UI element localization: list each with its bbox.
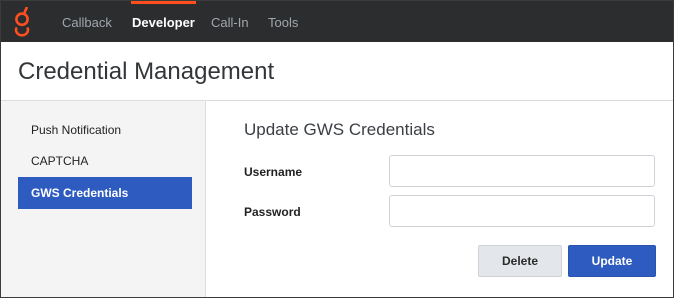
- nav-tab-callback[interactable]: Callback: [62, 1, 112, 42]
- section-title: Update GWS Credentials: [244, 120, 435, 139]
- genesys-logo-icon[interactable]: [12, 7, 32, 37]
- password-label: Password: [244, 205, 301, 219]
- username-input[interactable]: [389, 155, 655, 187]
- delete-button[interactable]: Delete: [478, 245, 562, 277]
- sidebar-item-push-notification[interactable]: Push Notification: [18, 114, 192, 146]
- username-label: Username: [244, 165, 303, 179]
- app-window: Callback Developer Call-In Tools Credent…: [0, 0, 674, 298]
- password-input[interactable]: [389, 195, 655, 227]
- top-navigation-bar: Callback Developer Call-In Tools: [1, 1, 673, 42]
- sidebar-item-captcha[interactable]: CAPTCHA: [18, 145, 192, 177]
- sidebar-item-gws-credentials[interactable]: GWS Credentials: [18, 177, 192, 209]
- page-title: Credential Management: [18, 58, 275, 85]
- page-header: Credential Management: [1, 42, 673, 101]
- nav-tab-developer[interactable]: Developer: [131, 1, 196, 42]
- nav-tab-call-in[interactable]: Call-In: [211, 1, 249, 42]
- update-button[interactable]: Update: [568, 245, 656, 277]
- main-content: Update GWS Credentials Username Password…: [206, 101, 673, 297]
- sidebar: Push Notification CAPTCHA GWS Credential…: [1, 101, 206, 297]
- nav-tab-tools[interactable]: Tools: [268, 1, 298, 42]
